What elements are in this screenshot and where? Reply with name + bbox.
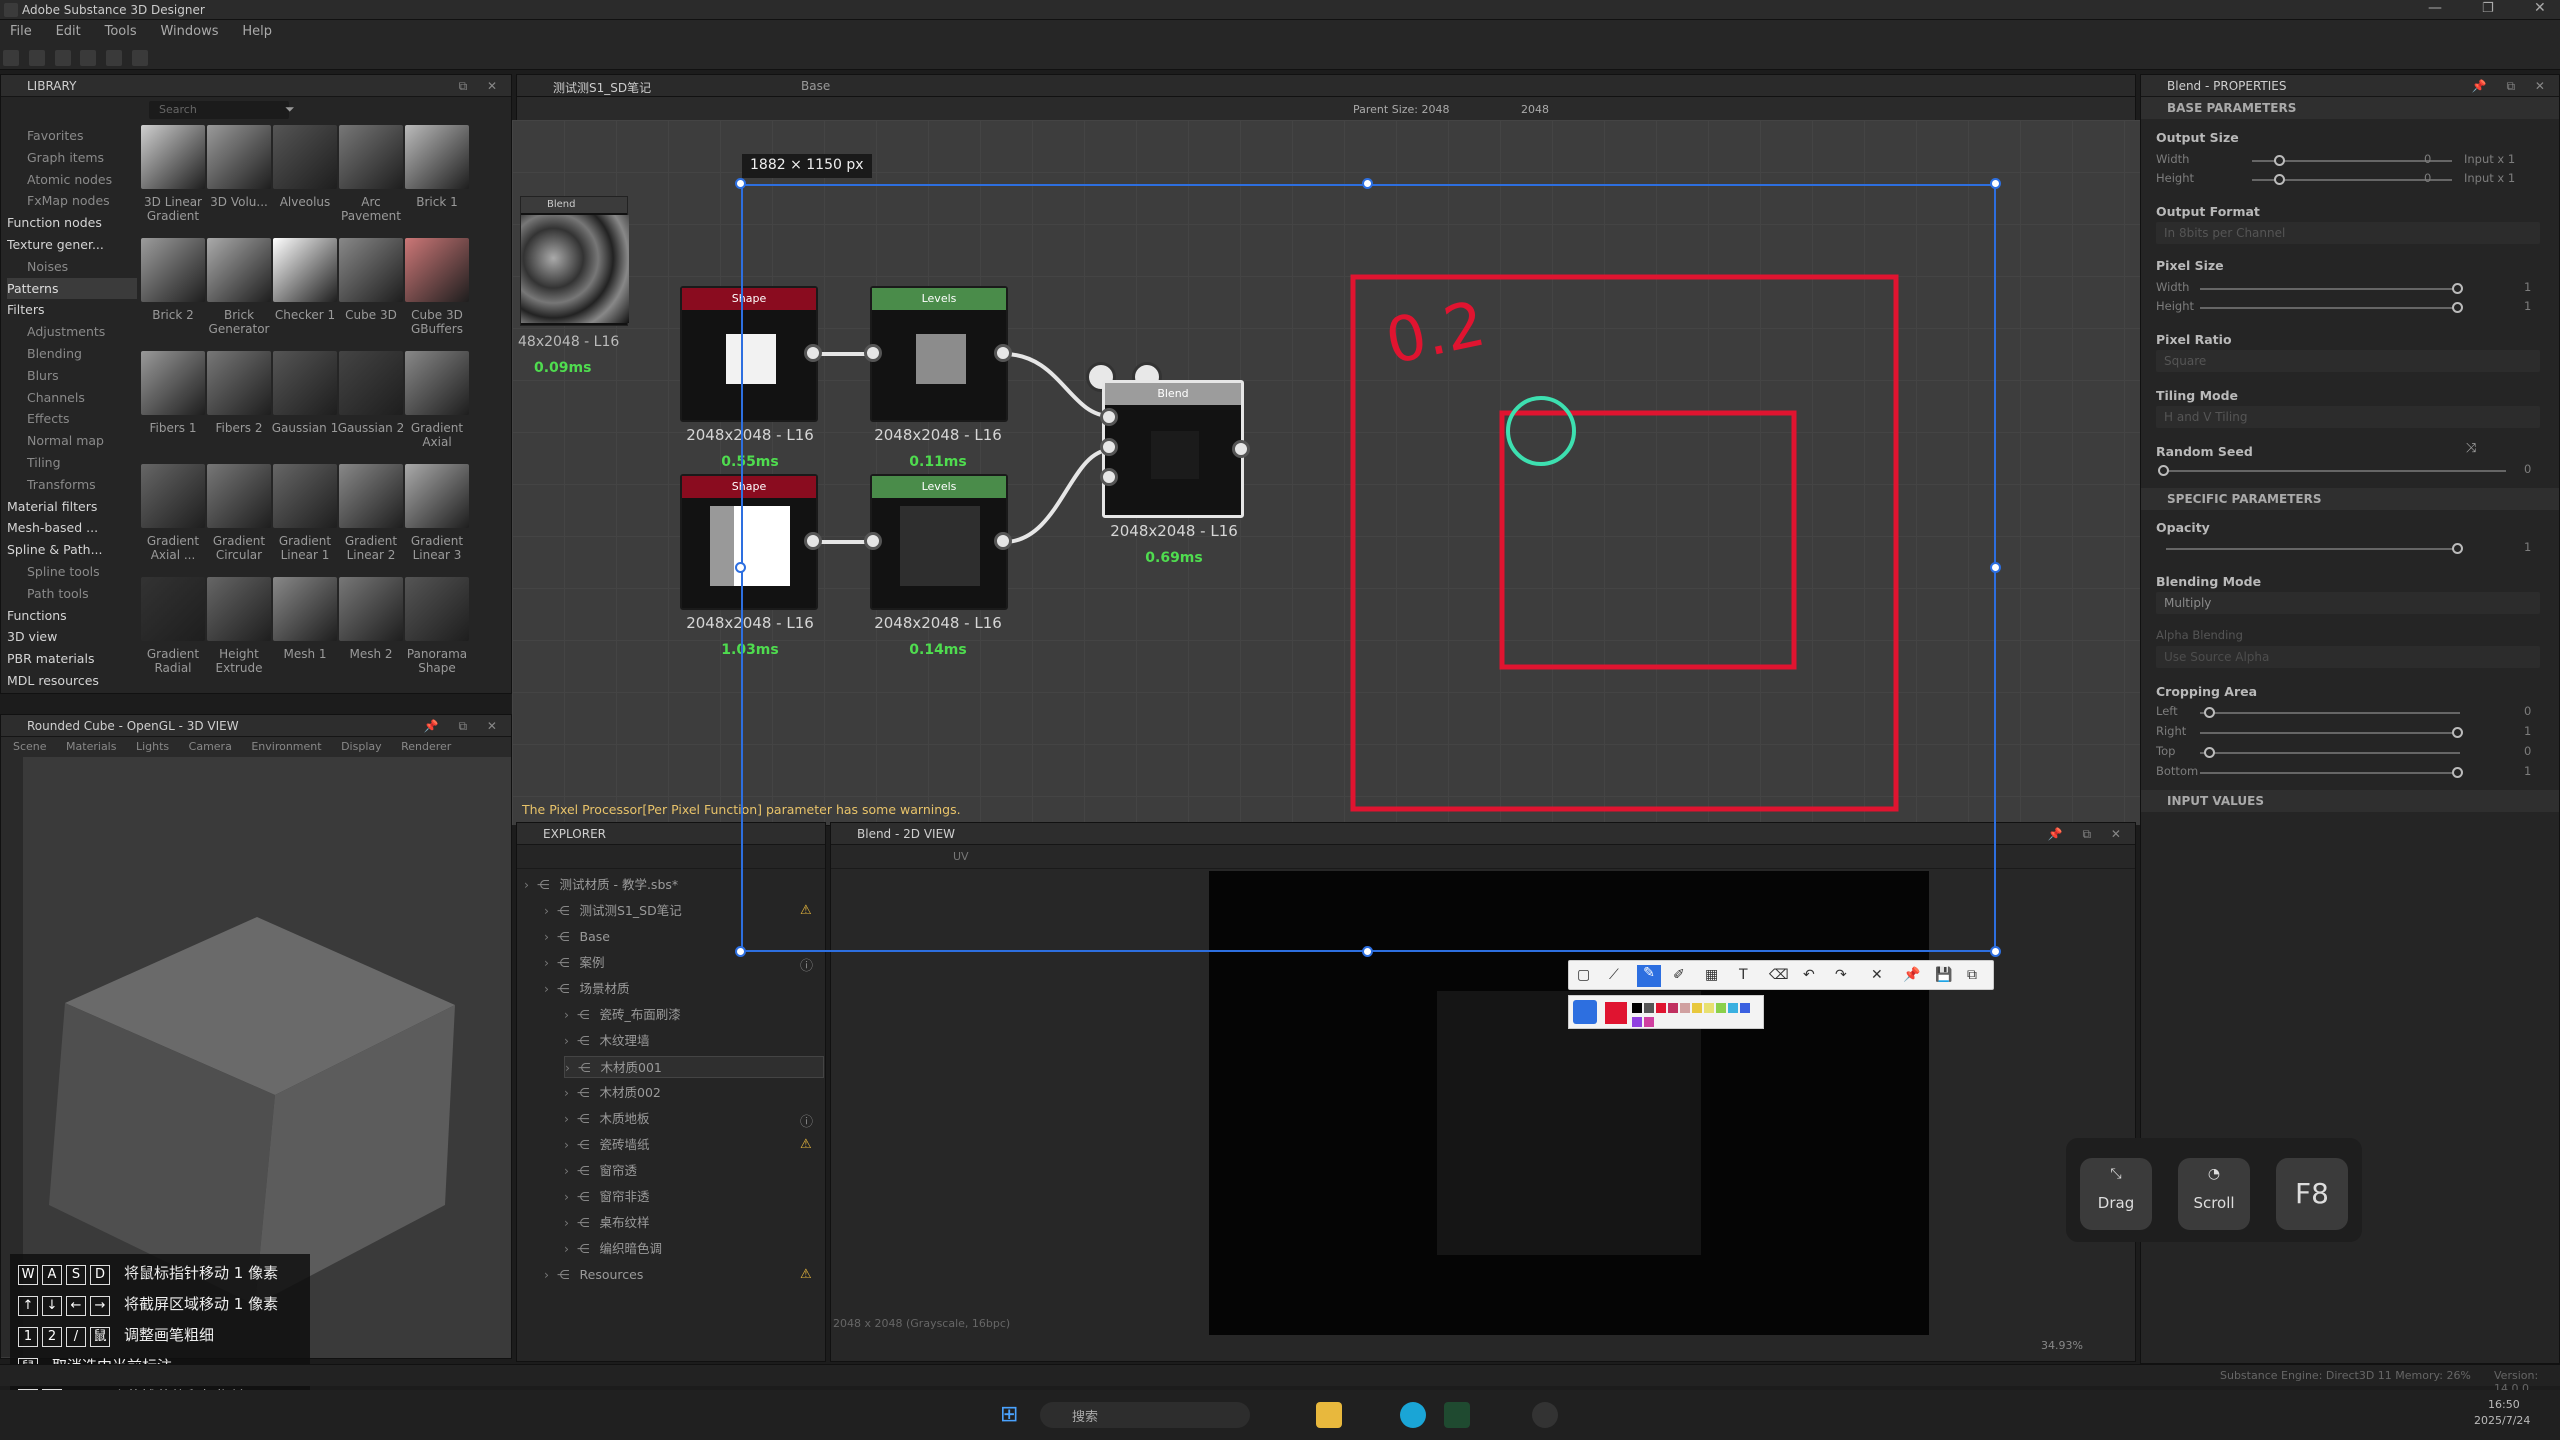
copy-capture-icon[interactable]: ⧉ [1967,967,1977,983]
palette-swatch[interactable] [1704,1003,1714,1013]
palette-swatch[interactable] [1644,1017,1654,1027]
palette-swatch[interactable] [1716,1003,1726,1013]
palette-swatch[interactable] [1692,1003,1702,1013]
keycap: W [18,1265,38,1285]
rect-tool-icon[interactable]: ▢ [1577,967,1590,983]
color-palette [1568,995,1764,1029]
mosaic-tool-icon[interactable]: ▦ [1705,967,1718,983]
redo-tool-icon[interactable]: ↷ [1835,967,1847,983]
keycap: 2 [42,1327,62,1347]
help-text: 将鼠标指针移动 1 像素 [124,1264,279,1282]
f8-key: F8 [2276,1158,2348,1230]
palette-swatch[interactable] [1644,1003,1654,1013]
taskbar-app-edge-icon[interactable] [1400,1402,1426,1428]
engine-status: Substance Engine: Direct3D 11 Memory: 26… [2220,1369,2471,1382]
text-tool-icon[interactable]: T [1739,967,1748,983]
taskbar-search-label: 搜索 [1072,1410,1099,1425]
current-color-swatch[interactable] [1605,1002,1627,1024]
brush-size-toggle[interactable] [1573,1000,1597,1024]
pen-tool-icon[interactable]: ✎ [1637,965,1661,987]
palette-swatches[interactable] [1631,1002,1761,1027]
marker-tool-icon[interactable]: ✐ [1673,967,1685,983]
palette-swatch[interactable] [1668,1003,1678,1013]
scroll-key: ◔ Scroll [2178,1158,2250,1230]
taskbar: ⊞ 搜索 16:50 2025/7/24 [0,1390,2560,1440]
drag-key: ⤡ Drag [2080,1158,2152,1230]
help-text: 将截屏区域移动 1 像素 [124,1295,279,1313]
keycap: ↑ [18,1296,38,1316]
palette-swatch[interactable] [1632,1003,1642,1013]
taskbar-time[interactable]: 16:50 [2488,1398,2520,1411]
taskbar-app-designer-icon[interactable] [1444,1402,1470,1428]
palette-swatch[interactable] [1728,1003,1738,1013]
keycap: 1 [18,1327,38,1347]
help-row: ↑ ↓ ← → 将截屏区域移动 1 像素 [18,1293,278,1316]
help-row: 1 2/鼠调整画笔粗细 [18,1324,214,1347]
taskbar-app-explorer-icon[interactable] [1316,1402,1342,1428]
keycap: / [66,1327,86,1347]
undo-tool-icon[interactable]: ↶ [1803,967,1815,983]
palette-swatch[interactable] [1656,1003,1666,1013]
palette-swatch[interactable] [1632,1017,1642,1027]
keycap: A [42,1265,62,1285]
scroll-key-label: Scroll [2193,1194,2235,1212]
keycap: ↓ [42,1296,62,1316]
help-row: W A S D 将鼠标指针移动 1 像素 [18,1262,278,1285]
drag-key-label: Drag [2097,1194,2135,1212]
keycap: S [66,1265,86,1285]
keycap: ← [66,1296,86,1316]
drag-key-icon: ⤡ [2110,1166,2122,1182]
annotation-toolbar: ▢ ⟋ ✎ ✐ ▦ T ⌫ ↶ ↷ ✕ 📌 💾 ⧉ [1568,960,1994,990]
taskbar-date[interactable]: 2025/7/24 [2474,1414,2530,1427]
eraser-tool-icon[interactable]: ⌫ [1769,967,1789,983]
help-text: 调整画笔粗细 [124,1326,215,1344]
keycap: → [90,1296,110,1316]
cancel-capture-icon[interactable]: ✕ [1871,967,1883,983]
palette-swatch[interactable] [1740,1003,1750,1013]
status-bar: Substance Engine: Direct3D 11 Memory: 26… [0,1364,2560,1395]
f8-key-label: F8 [2295,1177,2329,1210]
palette-swatch[interactable] [1680,1003,1690,1013]
pin-capture-icon[interactable]: 📌 [1903,967,1920,983]
line-tool-icon[interactable]: ⟋ [1609,967,1619,983]
scroll-key-icon: ◔ [2207,1166,2221,1182]
start-icon[interactable]: ⊞ [1000,1402,1018,1427]
keycap: D [90,1265,110,1285]
save-capture-icon[interactable]: 💾 [1935,967,1952,983]
keycap: 鼠 [90,1327,110,1347]
taskbar-search[interactable]: 搜索 [1040,1402,1250,1428]
taskbar-app-capture-icon[interactable] [1532,1402,1558,1428]
